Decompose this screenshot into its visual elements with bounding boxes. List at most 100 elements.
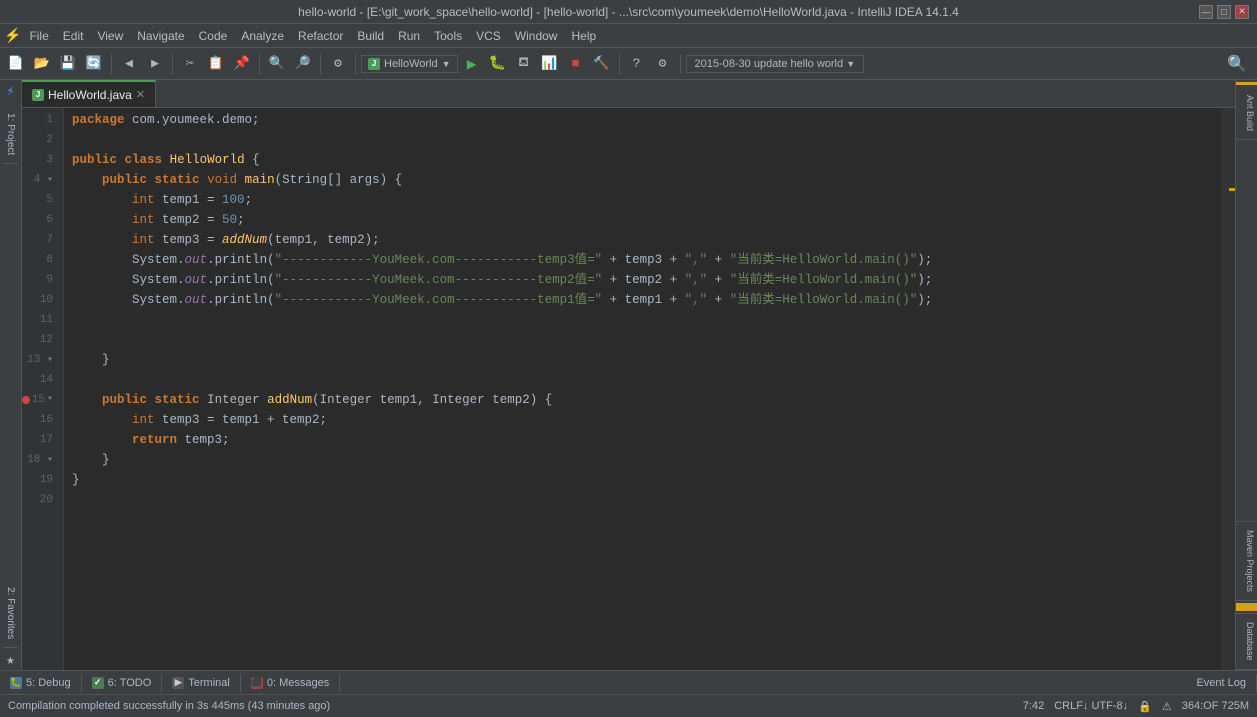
line-num-9: 9 [22,270,59,290]
open-button[interactable]: 📂 [30,52,54,76]
save-button[interactable]: 💾 [56,52,80,76]
help-button[interactable]: ? [625,52,649,76]
find-button[interactable]: 🔍 [265,52,289,76]
breakpoint-15[interactable] [22,396,30,404]
cut-button[interactable]: ✂ [178,52,202,76]
menu-refactor[interactable]: Refactor [292,27,349,45]
toolbar-separator-6 [619,54,620,74]
code-editor[interactable]: package com.youmeek.demo; public class H… [64,108,1221,670]
menu-code[interactable]: Code [193,27,234,45]
right-gutter-marker [1236,82,1257,85]
bottom-bar: 🐛 5: Debug ✓ 6: TODO ▶ Terminal ⬛ 0: Mes… [0,670,1257,717]
sync-button[interactable]: 🔄 [82,52,106,76]
favorites-star-icon[interactable]: ★ [1,650,21,670]
menu-build[interactable]: Build [351,27,390,45]
menu-window[interactable]: Window [509,27,564,45]
code-line-13: } [72,350,1221,370]
tab-file-icon: J [32,89,44,101]
replace-button[interactable]: 🔎 [291,52,315,76]
code-line-14 [72,370,1221,390]
menu-help[interactable]: Help [565,27,602,45]
terminal-tab[interactable]: ▶ Terminal [162,674,241,692]
fold-13[interactable]: ▾ [47,355,53,366]
sidebar-item-project[interactable]: 1: Project [3,105,18,164]
menu-edit[interactable]: Edit [57,27,90,45]
line-num-12: 12 [22,330,59,350]
menu-navigate[interactable]: Navigate [131,27,190,45]
toolbar: 📄 📂 💾 🔄 ◀ ▶ ✂ 📋 📌 🔍 🔎 ⚙ J HelloWorld ▼ ▶… [0,48,1257,80]
status-right: 7:42 CRLF↓ UTF-8↓ 🔒 ⚠ 364:OF 725M [1023,700,1249,713]
ant-build-tab[interactable]: Ant Build [1236,87,1257,140]
fold-15[interactable]: ▾ [47,390,53,410]
todo-tab-icon: ✓ [92,677,104,689]
line-num-19: 19 [22,470,59,490]
scroll-mark-1 [1229,188,1235,191]
menu-file[interactable]: File [23,27,54,45]
coverage-button[interactable]: ⛾ [512,52,536,76]
run-button[interactable]: ▶ [460,52,484,76]
compilation-message: Compilation completed successfully in 3s… [8,700,330,712]
profile-button[interactable]: 📊 [538,52,562,76]
code-line-1: package com.youmeek.demo; [72,110,1221,130]
line-num-5: 5 [22,190,59,210]
sidebar-item-favorites[interactable]: 2: Favorites [3,579,18,648]
build-project-button[interactable]: 🔨 [590,52,614,76]
menu-analyze[interactable]: Analyze [235,27,290,45]
line-num-1: 1 [22,110,59,130]
editor-tabs: J HelloWorld.java ✕ [22,80,1235,108]
debug-tab[interactable]: 🐛 5: Debug [0,674,82,692]
structure-button[interactable]: ⚙ [326,52,350,76]
maximize-button[interactable]: □ [1217,5,1231,19]
messages-tab[interactable]: ⬛ 0: Messages [241,674,340,692]
fold-4[interactable]: ▾ [47,175,53,186]
maven-projects-tab[interactable]: Maven Projects [1236,521,1257,601]
editor-content: 1 2 3 4 ▾ 5 6 7 8 9 10 11 12 13 ▾ 14 15 … [22,108,1235,670]
event-log-tab[interactable]: Event Log [1186,674,1257,692]
tab-helloworld-java[interactable]: J HelloWorld.java ✕ [22,80,156,107]
vcs-commit-selector[interactable]: 2015-08-30 update hello world ▼ [686,55,865,73]
todo-tab-label: 6: TODO [108,677,152,689]
right-sidebar: Ant Build Maven Projects Database [1235,80,1257,670]
minimize-button[interactable]: — [1199,5,1213,19]
menu-view[interactable]: View [91,27,129,45]
todo-tab[interactable]: ✓ 6: TODO [82,674,163,692]
encoding-display[interactable]: CRLF↓ UTF-8↓ [1054,700,1128,712]
code-line-11 [72,310,1221,330]
stop-button[interactable]: ■ [564,52,588,76]
maven-indicator [1236,603,1257,611]
bottom-tabs: 🐛 5: Debug ✓ 6: TODO ▶ Terminal ⬛ 0: Mes… [0,671,1257,695]
back-button[interactable]: ◀ [117,52,141,76]
scroll-gutter[interactable] [1221,108,1235,670]
forward-button[interactable]: ▶ [143,52,167,76]
line-num-6: 6 [22,210,59,230]
title-text: hello-world - [E:\git_work_space\hello-w… [298,5,959,19]
menu-vcs[interactable]: VCS [470,27,507,45]
line-num-2: 2 [22,130,59,150]
settings-button[interactable]: ⚙ [651,52,675,76]
tab-close-button[interactable]: ✕ [136,88,145,101]
tab-label: HelloWorld.java [48,88,132,102]
debug-button[interactable]: 🐛 [486,52,510,76]
global-search-button[interactable]: 🔍 [1221,52,1253,76]
copy-button[interactable]: 📋 [204,52,228,76]
terminal-tab-icon: ▶ [172,677,184,689]
toolbar-separator-5 [355,54,356,74]
menu-tools[interactable]: Tools [428,27,468,45]
code-line-18: } [72,450,1221,470]
toolbar-separator-4 [320,54,321,74]
code-line-10: System . out .println( "------------YouM… [72,290,1221,310]
run-config-selector[interactable]: J HelloWorld ▼ [361,55,458,73]
code-line-8: System . out .println( "------------YouM… [72,250,1221,270]
menu-run[interactable]: Run [392,27,426,45]
toolbar-separator-2 [172,54,173,74]
messages-tab-label: 0: Messages [267,677,329,689]
paste-button[interactable]: 📌 [230,52,254,76]
line-num-8: 8 [22,250,59,270]
code-line-2 [72,130,1221,150]
code-line-9: System . out .println( "------------YouM… [72,270,1221,290]
database-tab[interactable]: Database [1236,613,1257,670]
close-button[interactable]: ✕ [1235,5,1249,19]
fold-18[interactable]: ▾ [47,455,53,466]
new-file-button[interactable]: 📄 [4,52,28,76]
run-config-name: HelloWorld [384,58,438,70]
